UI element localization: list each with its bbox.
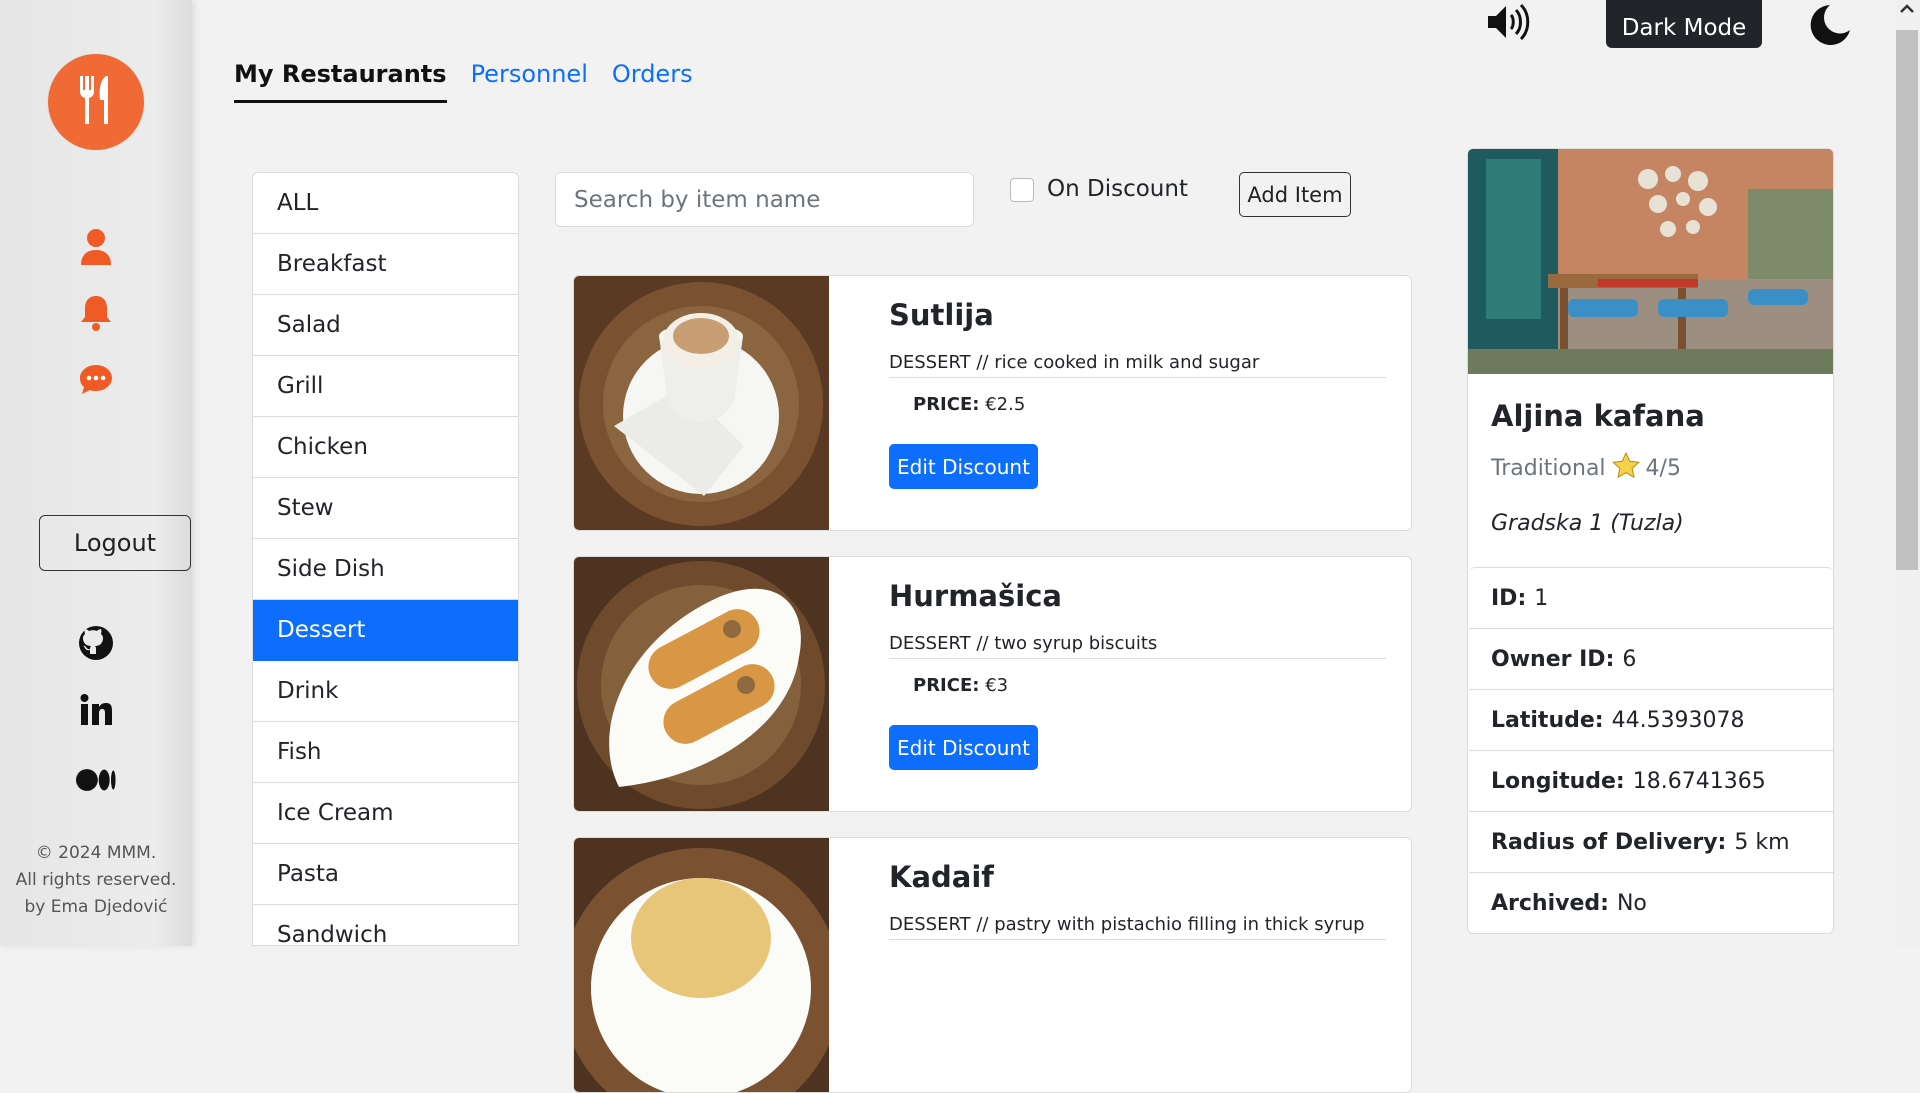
category-salad[interactable]: Salad	[253, 295, 518, 356]
category-all[interactable]: ALL	[253, 173, 518, 234]
tab-personnel[interactable]: Personnel	[471, 60, 588, 103]
search-input[interactable]	[555, 172, 974, 227]
menu-item-card: Kadaif DESSERT // pastry with pistachio …	[573, 837, 1412, 1093]
price-label: PRICE:	[913, 675, 980, 696]
category-list: ALL Breakfast Salad Grill Chicken Stew S…	[252, 172, 519, 946]
item-photo	[574, 557, 829, 811]
detail-row-owner-id: Owner ID: 6	[1469, 629, 1833, 690]
detail-row-radius: Radius of Delivery: 5 km	[1469, 812, 1833, 873]
github-icon[interactable]	[76, 623, 116, 663]
restaurant-details-list: ID: 1 Owner ID: 6 Latitude: 44.5393078 Long…	[1469, 567, 1833, 933]
user-icon[interactable]	[76, 227, 116, 267]
detail-value: No	[1616, 890, 1647, 916]
scroll-up-icon[interactable]	[1896, 0, 1918, 18]
sidebar: Logout © 2024 MMM. All rights reserved. …	[0, 0, 192, 946]
item-name: Sutlija	[889, 298, 994, 332]
footer-rights: All rights reserved.	[15, 870, 177, 890]
detail-label: Owner ID:	[1491, 646, 1615, 672]
detail-label: Longitude:	[1491, 768, 1625, 794]
item-price: PRICE: €3	[913, 675, 1008, 696]
detail-value: 6	[1622, 646, 1637, 672]
detail-label: Latitude:	[1491, 707, 1604, 733]
item-description: DESSERT // pastry with pistachio filling…	[889, 914, 1386, 940]
restaurant-rating: 4/5	[1645, 456, 1681, 481]
restaurant-card: Aljina kafana Traditional 4/5 Gradska 1 …	[1467, 148, 1834, 934]
moon-icon[interactable]	[1806, 2, 1854, 48]
category-grill[interactable]: Grill	[253, 356, 518, 417]
tab-bar: My Restaurants Personnel Orders	[234, 60, 693, 103]
detail-row-id: ID: 1	[1469, 568, 1833, 629]
category-drink[interactable]: Drink	[253, 661, 518, 722]
menu-item-card: Hurmašica DESSERT // two syrup biscuits …	[573, 556, 1412, 812]
category-breakfast[interactable]: Breakfast	[253, 234, 518, 295]
detail-value: 1	[1534, 585, 1549, 611]
price-label: PRICE:	[913, 394, 980, 415]
category-dessert[interactable]: Dessert	[253, 600, 518, 661]
detail-label: ID:	[1491, 585, 1527, 611]
detail-row-archived: Archived: No	[1469, 873, 1833, 933]
on-discount-label: On Discount	[1047, 176, 1188, 202]
restaurant-name: Aljina kafana	[1491, 399, 1705, 433]
category-side-dish[interactable]: Side Dish	[253, 539, 518, 600]
item-photo	[574, 838, 829, 1092]
tab-orders[interactable]: Orders	[612, 60, 693, 103]
app-logo[interactable]	[48, 54, 144, 150]
footer: © 2024 MMM. All rights reserved. by Ema …	[0, 840, 192, 921]
footer-copyright: © 2024 MMM.	[35, 843, 157, 863]
dark-mode-button[interactable]: Dark Mode	[1606, 0, 1762, 48]
detail-row-latitude: Latitude: 44.5393078	[1469, 690, 1833, 751]
detail-label: Archived:	[1491, 890, 1609, 916]
sound-icon[interactable]	[1486, 2, 1530, 42]
footer-author: by Ema Djedović	[24, 897, 168, 917]
add-item-button[interactable]: Add Item	[1239, 172, 1351, 217]
item-description: DESSERT // rice cooked in milk and sugar	[889, 352, 1386, 378]
detail-value: 44.5393078	[1611, 707, 1745, 733]
medium-icon[interactable]	[76, 760, 116, 800]
edit-discount-button[interactable]: Edit Discount	[889, 444, 1038, 489]
item-name: Kadaif	[889, 860, 994, 894]
category-stew[interactable]: Stew	[253, 478, 518, 539]
category-fish[interactable]: Fish	[253, 722, 518, 783]
item-photo	[574, 276, 829, 530]
category-ice-cream[interactable]: Ice Cream	[253, 783, 518, 844]
price-value: €2.5	[985, 394, 1026, 415]
edit-discount-button[interactable]: Edit Discount	[889, 725, 1038, 770]
detail-value: 5 km	[1734, 829, 1790, 855]
linkedin-icon[interactable]	[76, 690, 116, 730]
bell-icon[interactable]	[76, 293, 116, 333]
scrollbar-thumb[interactable]	[1896, 30, 1918, 570]
detail-row-longitude: Longitude: 18.6741365	[1469, 751, 1833, 812]
item-price: PRICE: €2.5	[913, 394, 1025, 415]
tab-my-restaurants[interactable]: My Restaurants	[234, 60, 447, 103]
chat-icon[interactable]	[76, 360, 116, 400]
restaurant-type: Traditional	[1491, 456, 1606, 481]
category-pasta[interactable]: Pasta	[253, 844, 518, 905]
restaurant-meta: Traditional 4/5	[1491, 451, 1681, 485]
category-chicken[interactable]: Chicken	[253, 417, 518, 478]
price-value: €3	[985, 675, 1009, 696]
detail-value: 18.6741365	[1632, 768, 1766, 794]
fork-knife-icon	[74, 74, 118, 130]
restaurant-address: Gradska 1 (Tuzla)	[1491, 511, 1684, 536]
logout-button[interactable]: Logout	[39, 515, 191, 571]
menu-item-card: Sutlija DESSERT // rice cooked in milk a…	[573, 275, 1412, 531]
item-description: DESSERT // two syrup biscuits	[889, 633, 1386, 659]
item-name: Hurmašica	[889, 579, 1062, 613]
category-sandwich[interactable]: Sandwich	[253, 905, 518, 945]
on-discount-checkbox[interactable]	[1010, 178, 1034, 202]
restaurant-photo	[1468, 149, 1833, 374]
detail-label: Radius of Delivery:	[1491, 829, 1727, 855]
star-icon	[1611, 451, 1640, 485]
